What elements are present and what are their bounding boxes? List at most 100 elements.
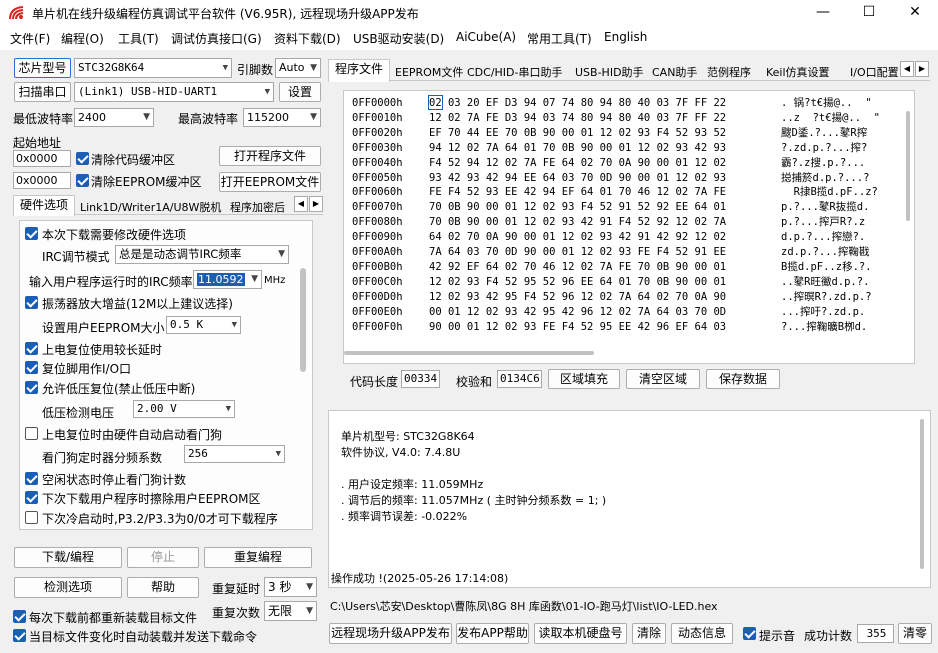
menu-debug[interactable]: 调试仿真接口(G): [171, 30, 262, 47]
watchdog-auto-checkbox[interactable]: [25, 427, 38, 440]
log-scrollbar[interactable]: [920, 419, 924, 569]
p32-p33-checkbox[interactable]: [25, 511, 38, 524]
hex-editor[interactable]: 0FF0000h 02 03 20 EF D3 94 07 74 80 94 80…: [343, 90, 915, 364]
hex-address: 0FF00C0h: [352, 275, 403, 288]
hex-ascii: 搃捕箊d.p.?...?: [781, 171, 870, 184]
code-start-address-input[interactable]: 0x0000: [13, 150, 71, 167]
watchdog-divider-label: 看门狗定时器分频系数: [42, 451, 163, 465]
file-path: C:\Users\芯安\Desktop\曹陈凤\8G 8H 库函数\01-IO-…: [330, 600, 718, 613]
idle-watchdog-checkbox[interactable]: [25, 472, 38, 485]
title-bar: 单片机在线升级编程仿真调试平台软件 (V6.95R), 远程现场升级APP发布 …: [0, 0, 938, 26]
tab-program-file[interactable]: 程序文件: [328, 59, 390, 82]
eeprom-size-select[interactable]: 0.5 K ▼: [166, 316, 241, 334]
low-voltage-reset-checkbox[interactable]: [25, 381, 38, 394]
hex-vertical-scrollbar[interactable]: [906, 111, 910, 221]
tab-serial-assistant[interactable]: CDC/HID-串口助手: [467, 64, 563, 80]
tab-scroll-left-icon[interactable]: ◀: [900, 61, 914, 77]
tab-scroll-left-icon[interactable]: ◀: [294, 196, 308, 212]
hex-ascii: ?...搾鞠曠B栁d.: [781, 320, 868, 333]
port-settings-button[interactable]: 设置: [279, 82, 321, 102]
menu-program[interactable]: 编程(O): [61, 30, 104, 47]
tab-keil-settings[interactable]: Keil仿真设置: [766, 64, 830, 80]
auto-load-checkbox[interactable]: [13, 629, 26, 642]
download-program-button[interactable]: 下载/编程: [14, 547, 122, 568]
close-button[interactable]: ✕: [892, 0, 938, 26]
tab-scroll-right-icon[interactable]: ▶: [915, 61, 929, 77]
options-scrollbar[interactable]: [300, 268, 306, 372]
erase-eeprom-checkbox[interactable]: [25, 491, 38, 504]
menu-tools[interactable]: 工具(T): [118, 30, 159, 47]
irc-frequency-value: 11.0592: [197, 273, 245, 286]
check-options-button[interactable]: 检测选项: [14, 577, 122, 598]
repeat-count-label: 重复次数: [212, 606, 261, 620]
chevron-down-icon: ▼: [310, 112, 317, 122]
max-baud-select[interactable]: 115200 ▼: [243, 108, 321, 127]
hex-row: 0FF0060h FE F4 52 93 EE 42 94 EF 64 01 70…: [352, 185, 878, 200]
pins-value: Auto: [279, 61, 305, 74]
hex-address: 0FF0040h: [352, 156, 403, 169]
menu-downloads[interactable]: 资料下载(D): [274, 30, 341, 47]
port-select[interactable]: (Link1) USB-HID-UART1 ▼: [74, 82, 274, 102]
dynamic-info-button[interactable]: 动态信息: [671, 623, 733, 644]
menu-common-tools[interactable]: 常用工具(T): [527, 30, 592, 47]
clear-code-checkbox[interactable]: [76, 152, 89, 165]
eeprom-size-value: 0.5 K: [170, 318, 204, 331]
clear-eeprom-checkbox[interactable]: [76, 174, 89, 187]
repeat-delay-label: 重复延时: [212, 582, 261, 596]
help-button[interactable]: 帮助: [127, 577, 199, 598]
hex-address: 0FF00F0h: [352, 320, 403, 333]
reset-count-button[interactable]: 清零: [898, 623, 932, 644]
modify-options-label: 本次下载需要修改硬件选项: [42, 228, 187, 242]
tab-scroll-right-icon[interactable]: ▶: [309, 196, 323, 212]
open-program-file-button[interactable]: 打开程序文件: [219, 146, 321, 166]
menu-bar: 文件(F) 编程(O) 工具(T) 调试仿真接口(G) 资料下载(D) USB驱…: [0, 26, 938, 50]
irc-mode-select[interactable]: 总是是动态调节IRC频率 ▼: [115, 245, 289, 264]
clear-log-button[interactable]: 清除: [632, 623, 666, 644]
oscillator-gain-checkbox[interactable]: [25, 296, 38, 309]
modify-options-checkbox[interactable]: [25, 227, 38, 240]
fill-area-button[interactable]: 区域填充: [548, 369, 620, 389]
chevron-down-icon: ▼: [306, 582, 313, 592]
save-data-button[interactable]: 保存数据: [706, 369, 780, 389]
beep-checkbox[interactable]: [743, 627, 756, 640]
tab-usb-hid[interactable]: USB-HID助手: [575, 64, 644, 80]
minimize-button[interactable]: —: [800, 0, 846, 26]
hex-ascii: ..鼕R旺鰴d.p.?.: [781, 275, 870, 288]
menu-english[interactable]: English: [604, 30, 647, 44]
chip-model-select[interactable]: STC32G8K64 ▼: [74, 58, 232, 78]
menu-aicube[interactable]: AiCube(A): [456, 30, 516, 44]
scan-port-button[interactable]: 扫描串口: [14, 82, 71, 102]
tab-eeprom-file[interactable]: EEPROM文件: [395, 64, 463, 80]
publish-help-button[interactable]: 发布APP帮助: [456, 623, 529, 644]
repeat-program-button[interactable]: 重复编程: [204, 547, 312, 568]
log-line: 单片机型号: STC32G8K64: [341, 430, 475, 443]
pins-select[interactable]: Auto ▼: [275, 58, 321, 78]
min-baud-select[interactable]: 2400 ▼: [74, 108, 154, 127]
open-eeprom-file-button[interactable]: 打开EEPROM文件: [219, 172, 321, 192]
low-voltage-select[interactable]: 2.00 V ▼: [133, 400, 235, 418]
stop-button[interactable]: 停止: [127, 547, 199, 568]
publish-app-button[interactable]: 远程现场升级APP发布: [329, 623, 452, 644]
tab-can[interactable]: CAN助手: [652, 64, 697, 80]
power-on-delay-checkbox[interactable]: [25, 342, 38, 355]
menu-usb-driver[interactable]: USB驱动安装(D): [353, 30, 444, 47]
tab-link1d[interactable]: Link1D/Writer1A/U8W脱机: [80, 199, 221, 215]
eeprom-start-address-input[interactable]: 0x0000: [13, 172, 71, 189]
irc-frequency-select[interactable]: 11.0592 ▼: [193, 270, 262, 289]
repeat-count-select[interactable]: 无限 ▼: [264, 601, 317, 621]
tab-examples[interactable]: 范例程序: [707, 64, 751, 80]
reset-pin-io-checkbox[interactable]: [25, 361, 38, 374]
hex-horizontal-scrollbar[interactable]: [344, 351, 594, 355]
clear-area-button[interactable]: 清空区域: [626, 369, 700, 389]
reload-before-download-checkbox[interactable]: [13, 610, 26, 623]
menu-file[interactable]: 文件(F): [10, 30, 50, 47]
repeat-delay-select[interactable]: 3 秒 ▼: [264, 577, 317, 597]
maximize-button[interactable]: ☐: [846, 0, 892, 26]
chip-model-button[interactable]: 芯片型号: [14, 58, 71, 78]
tab-encryption[interactable]: 程序加密后: [230, 199, 285, 215]
read-disk-id-button[interactable]: 读取本机硬盘号: [534, 623, 627, 644]
tab-io-config[interactable]: I/O口配置: [850, 64, 899, 80]
idle-watchdog-label: 空闲状态时停止看门狗计数: [42, 473, 187, 487]
watchdog-divider-select[interactable]: 256 ▼: [184, 445, 285, 463]
tab-hardware-options[interactable]: 硬件选项: [13, 195, 75, 216]
